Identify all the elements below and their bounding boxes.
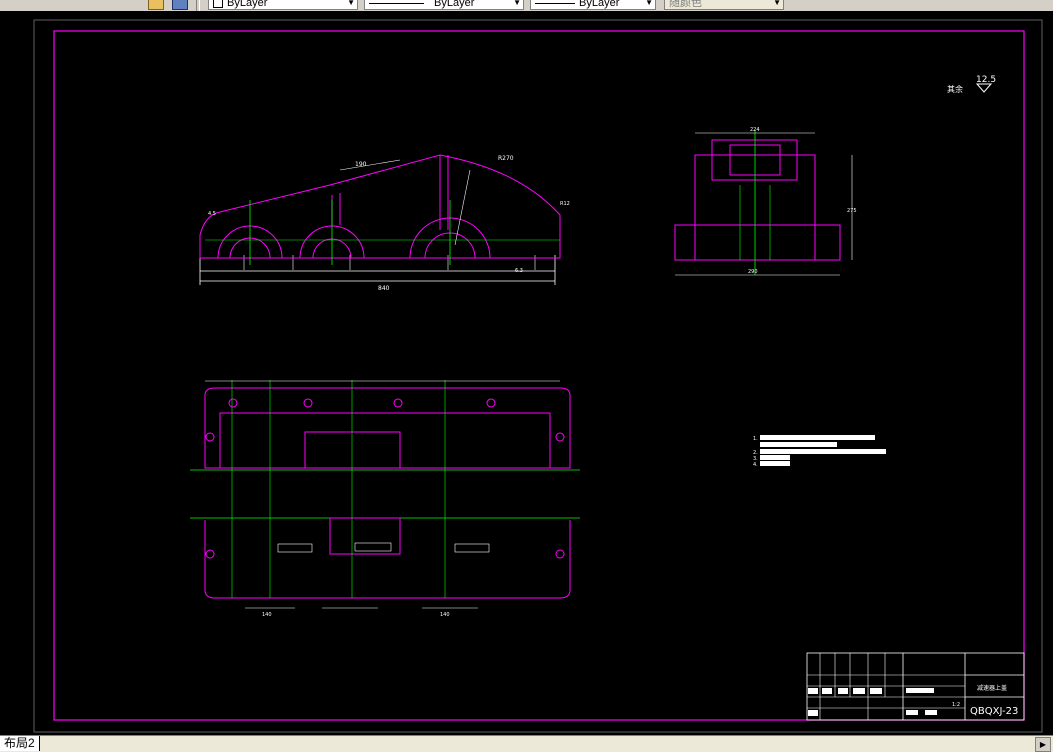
hole-spacing-dim-2: 140: [440, 612, 450, 618]
fillet-dim: R12: [560, 201, 570, 207]
toolbar-separator: [196, 0, 200, 11]
line-sample-icon: [369, 2, 424, 4]
chevron-down-icon: ▼: [347, 0, 355, 7]
roughness-label: 其余: [947, 84, 963, 94]
chevron-down-icon: ▼: [513, 0, 521, 7]
overall-length-dim: 840: [378, 285, 390, 292]
linetype-combo[interactable]: ByLayer ▼: [364, 0, 524, 10]
roughness-dim: 6.3: [515, 268, 523, 274]
chevron-down-icon: ▼: [773, 0, 781, 7]
base-width-dim: 290: [748, 269, 758, 275]
drawing-canvas[interactable]: 其余 12.5 840 190 R270 4.5 R12 6.3 224 290…: [0, 11, 1053, 735]
tolerance-dim: 4.5: [208, 211, 216, 217]
svg-text:1.: 1.: [753, 436, 758, 442]
layer-icon[interactable]: [148, 0, 164, 10]
part-name: 减速器上盖: [977, 684, 1007, 692]
svg-text:4.: 4.: [753, 462, 758, 468]
tab-layout2[interactable]: 布局2: [0, 736, 40, 751]
plot-style-combo[interactable]: 随颜色 ▼: [664, 0, 784, 10]
drawing-number: QBQXJ-23: [970, 706, 1018, 717]
hole-spacing-dim: 140: [262, 612, 272, 618]
color-combo[interactable]: ByLayer ▼: [208, 0, 358, 10]
radius-dim: R270: [498, 155, 514, 162]
layout-tabs-bar: 布局2 ▶: [0, 735, 1053, 752]
scroll-right-button[interactable]: ▶: [1035, 737, 1051, 752]
lineweight-combo[interactable]: ByLayer ▼: [530, 0, 656, 10]
layer-states-icon[interactable]: [172, 0, 188, 10]
chevron-down-icon: ▼: [645, 0, 653, 7]
color-swatch-icon: [213, 0, 223, 9]
line-sample-icon: [535, 2, 575, 4]
height-dim: 275: [847, 208, 857, 214]
scale: 1:2: [952, 702, 960, 708]
width-dim: 224: [750, 127, 760, 133]
